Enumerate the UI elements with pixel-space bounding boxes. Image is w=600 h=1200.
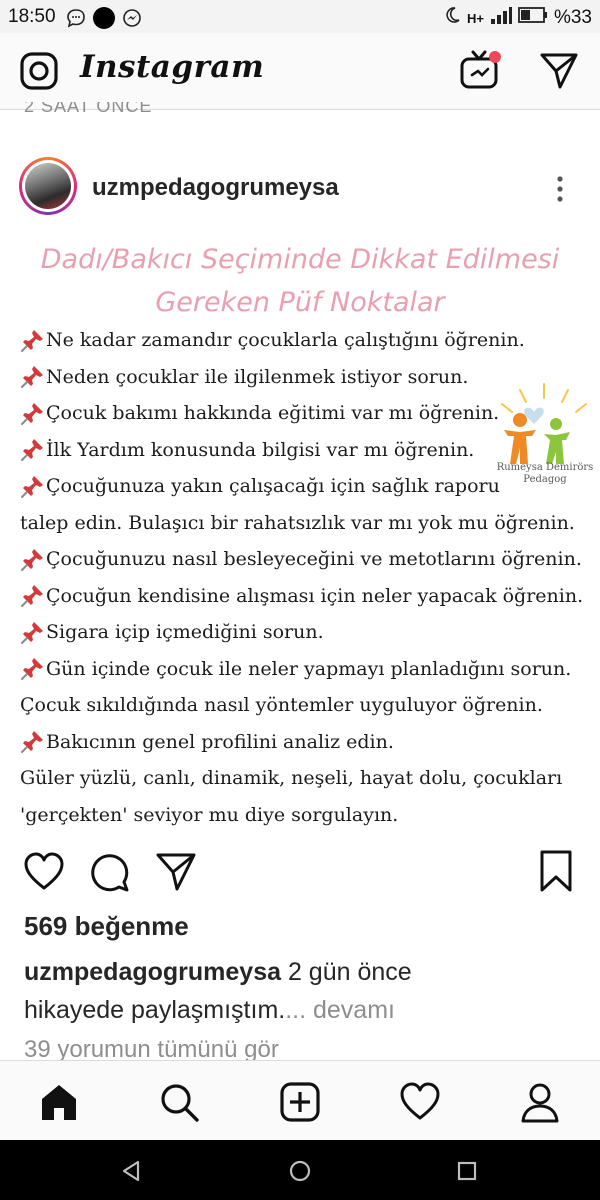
- igtv-icon[interactable]: [458, 47, 504, 93]
- tip-text: Neden çocuklar ile ilgilenmek istiyor so…: [46, 365, 469, 388]
- status-time: 18:50: [8, 6, 56, 27]
- pushpin-icon: [20, 474, 45, 499]
- camera-icon[interactable]: [18, 50, 60, 92]
- tip-text: Çocuğunuzu nasıl besleyeceğini ve metotl…: [46, 548, 582, 570]
- pushpin-icon: [20, 656, 45, 681]
- tip-text: Gün içinde çocuk ile neler yapmayı planl…: [46, 657, 572, 680]
- recents-icon[interactable]: [454, 1158, 480, 1184]
- pushpin-icon: [20, 328, 45, 353]
- pushpin-icon: [20, 583, 45, 608]
- message-icon: [66, 8, 86, 34]
- caption-text-1: 2 gün önce: [281, 958, 412, 986]
- tip-line: Çocuğunuzu nasıl besleyeceğini ve metotl…: [20, 541, 590, 578]
- tip-line: Ne kadar zamandır çocuklarla çalıştığını…: [20, 322, 590, 359]
- search-icon[interactable]: [156, 1079, 202, 1125]
- comment-icon[interactable]: [88, 850, 132, 894]
- caption: uzmpedagogrumeysa 2 gün önce hikayede pa…: [24, 953, 584, 1029]
- tip-line: Bakıcının genel profilini analiz edin.: [20, 724, 590, 761]
- tip-line: Gün içinde çocuk ile neler yapmayı planl…: [20, 651, 590, 688]
- post-actions: [0, 846, 600, 896]
- back-icon[interactable]: [118, 1158, 144, 1184]
- status-right-icons: H+ %33: [443, 6, 592, 30]
- pushpin-icon: [20, 401, 45, 426]
- caption-text-2: hikayede paylaşmıştım.: [24, 996, 286, 1024]
- profile-icon[interactable]: [517, 1079, 563, 1125]
- activity-icon[interactable]: [397, 1079, 443, 1125]
- battery-percent: %33: [553, 7, 592, 28]
- tip-line: Güler yüzlü, canlı, dinamik, neşeli, hay…: [20, 760, 590, 797]
- pushpin-icon: [20, 620, 45, 645]
- post-title-line-2: Gereken Püf Noktalar: [155, 287, 445, 318]
- tip-line: talep edin. Bulaşıcı bir rahatsızlık var…: [20, 505, 590, 542]
- network-type: H+: [466, 10, 484, 26]
- post-title-line-1: Dadı/Bakıcı Seçiminde Dikkat Edilmesi: [40, 244, 560, 275]
- bookmark-icon[interactable]: [536, 848, 576, 894]
- pushpin-icon: [20, 437, 45, 462]
- tip-text: Çocuk bakımı hakkında eğitimi var mı öğr…: [46, 402, 500, 424]
- tip-text: Çocuğunuza yakın çalışacağı için sağlık …: [46, 475, 500, 497]
- tip-text: talep edin. Bulaşıcı bir rahatsızlık var…: [20, 511, 575, 534]
- tip-text: Ne kadar zamandır çocuklarla çalıştığını…: [46, 329, 525, 351]
- messenger-icon: [122, 8, 142, 34]
- tip-text: 'gerçekten' seviyor mu diye sorgulayın.: [20, 803, 399, 826]
- moon-icon: [443, 6, 461, 30]
- post-header: uzmpedagogrumeysa: [0, 150, 600, 230]
- tip-line: Çocuğun kendisine alışması için neler ya…: [20, 578, 590, 615]
- caption-more-link[interactable]: ... devamı: [285, 996, 395, 1024]
- dot-icon: [92, 6, 116, 36]
- post-image[interactable]: Dadı/Bakıcı Seçiminde Dikkat Edilmesi Ge…: [0, 232, 600, 840]
- avatar: [25, 163, 71, 209]
- instagram-logo: Instagram: [80, 49, 265, 85]
- logo-text-line-1: Rumeysa Demirörs: [496, 462, 594, 473]
- like-count[interactable]: 569 beğenme: [24, 911, 189, 942]
- share-icon[interactable]: [154, 850, 198, 894]
- logo-text-line-2: Pedagog: [523, 474, 567, 485]
- signal-icon: [490, 6, 512, 30]
- pushpin-icon: [20, 547, 45, 572]
- pedagog-logo-text: Rumeysa Demirörs Pedagog: [495, 462, 595, 486]
- more-options-icon[interactable]: [553, 174, 567, 204]
- tip-text: Çocuğun kendisine alışması için neler ya…: [46, 584, 584, 607]
- battery-icon: [518, 7, 548, 29]
- caption-username[interactable]: uzmpedagogrumeysa: [24, 958, 281, 986]
- view-all-comments[interactable]: 39 yorumun tümünü gör: [24, 1036, 279, 1062]
- home-icon[interactable]: [36, 1079, 82, 1125]
- system-nav-bar: [0, 1140, 600, 1200]
- pushpin-icon: [20, 364, 45, 389]
- tip-text: Sigara içip içmediğini sorun.: [46, 621, 324, 643]
- app-header: Instagram: [0, 33, 600, 110]
- heart-icon[interactable]: [22, 850, 66, 894]
- story-ring[interactable]: [19, 157, 77, 215]
- bottom-nav: [0, 1060, 600, 1141]
- post-username[interactable]: uzmpedagogrumeysa: [92, 174, 339, 202]
- status-bar: 18:50 H+ %33: [0, 0, 600, 33]
- pushpin-icon: [20, 729, 45, 754]
- tip-line: Sigara içip içmediğini sorun.: [20, 614, 590, 651]
- tip-text: Bakıcının genel profilini analiz edin.: [46, 730, 394, 753]
- tip-text: Güler yüzlü, canlı, dinamik, neşeli, hay…: [20, 767, 563, 789]
- avatar-border: [22, 160, 74, 212]
- home-circle-icon[interactable]: [287, 1158, 313, 1184]
- new-post-icon[interactable]: [277, 1079, 323, 1125]
- tip-text: Çocuk sıkıldığında nasıl yöntemler uygul…: [20, 694, 543, 716]
- direct-icon[interactable]: [538, 49, 580, 91]
- tip-line: Çocuk sıkıldığında nasıl yöntemler uygul…: [20, 687, 590, 724]
- tip-text: İlk Yardım konusunda bilgisi var mı öğre…: [46, 438, 475, 461]
- tip-line: 'gerçekten' seviyor mu diye sorgulayın.: [20, 797, 590, 834]
- status-left-icons: [66, 6, 142, 36]
